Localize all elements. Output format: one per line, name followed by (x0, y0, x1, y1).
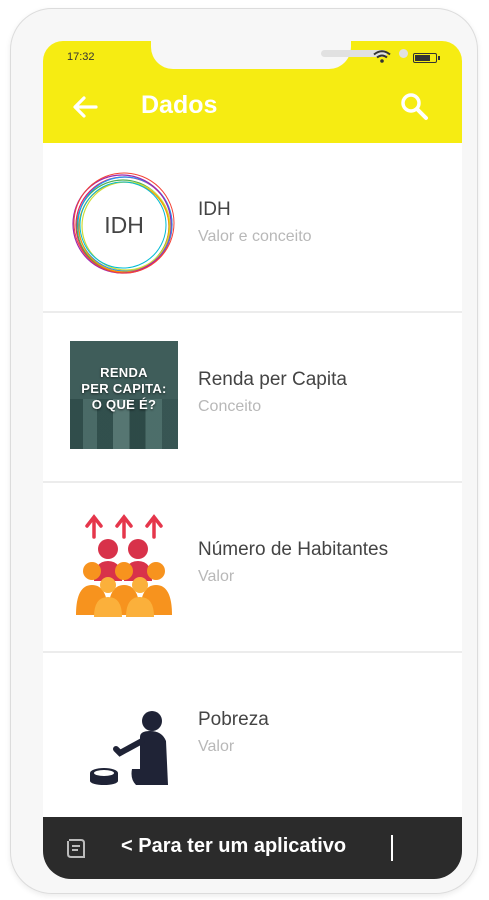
arrow-left-icon[interactable] (71, 93, 99, 121)
notes-icon[interactable] (65, 837, 87, 861)
status-bar: 17:32 (43, 41, 462, 69)
app-bar: Dados (43, 69, 462, 143)
status-time: 17:32 (67, 51, 95, 63)
item-title: Número de Habitantes (198, 539, 389, 560)
wifi-icon (373, 50, 391, 63)
svg-text:IDH: IDH (104, 212, 144, 238)
text-cursor (391, 835, 393, 861)
battery-icon (413, 53, 440, 63)
bottom-banner: < Para ter um aplicativo (43, 817, 462, 879)
list-item-numero-habitantes[interactable]: Número de Habitantes Valor (43, 483, 462, 653)
item-title: Renda per Capita (198, 369, 347, 390)
app-screen: 17:32 Dados IDH IDH Valor e conceito REN… (43, 41, 462, 879)
item-subtitle: Valor (198, 738, 235, 755)
banner-text: < Para ter um aplicativo (121, 835, 347, 857)
front-camera (399, 49, 408, 58)
item-title: IDH (198, 199, 231, 220)
list-item-pobreza[interactable]: Pobreza Valor (43, 653, 462, 821)
renda-thumbnail: RENDA PER CAPITA: O QUE É? (70, 341, 178, 449)
list-item-idh[interactable]: IDH IDH Valor e conceito (43, 143, 462, 313)
phone-notch (151, 41, 408, 69)
poverty-icon (90, 711, 168, 785)
people-growth-icon (76, 514, 172, 617)
data-list: IDH IDH Valor e conceito RENDA PER CAPIT… (43, 143, 462, 821)
item-subtitle: Conceito (198, 398, 262, 415)
list-item-renda-per-capita[interactable]: RENDA PER CAPITA: O QUE É? Renda per Cap… (43, 313, 462, 483)
item-subtitle: Valor (198, 568, 235, 585)
search-icon[interactable] (399, 91, 429, 121)
idh-logo: IDH (72, 172, 175, 274)
page-title: Dados (141, 91, 218, 119)
item-subtitle: Valor e conceito (198, 228, 312, 245)
item-title: Pobreza (198, 709, 269, 730)
thumbnail-caption: RENDA PER CAPITA: O QUE É? (81, 365, 167, 412)
phone-frame: 17:32 Dados IDH IDH Valor e conceito REN… (10, 8, 478, 894)
